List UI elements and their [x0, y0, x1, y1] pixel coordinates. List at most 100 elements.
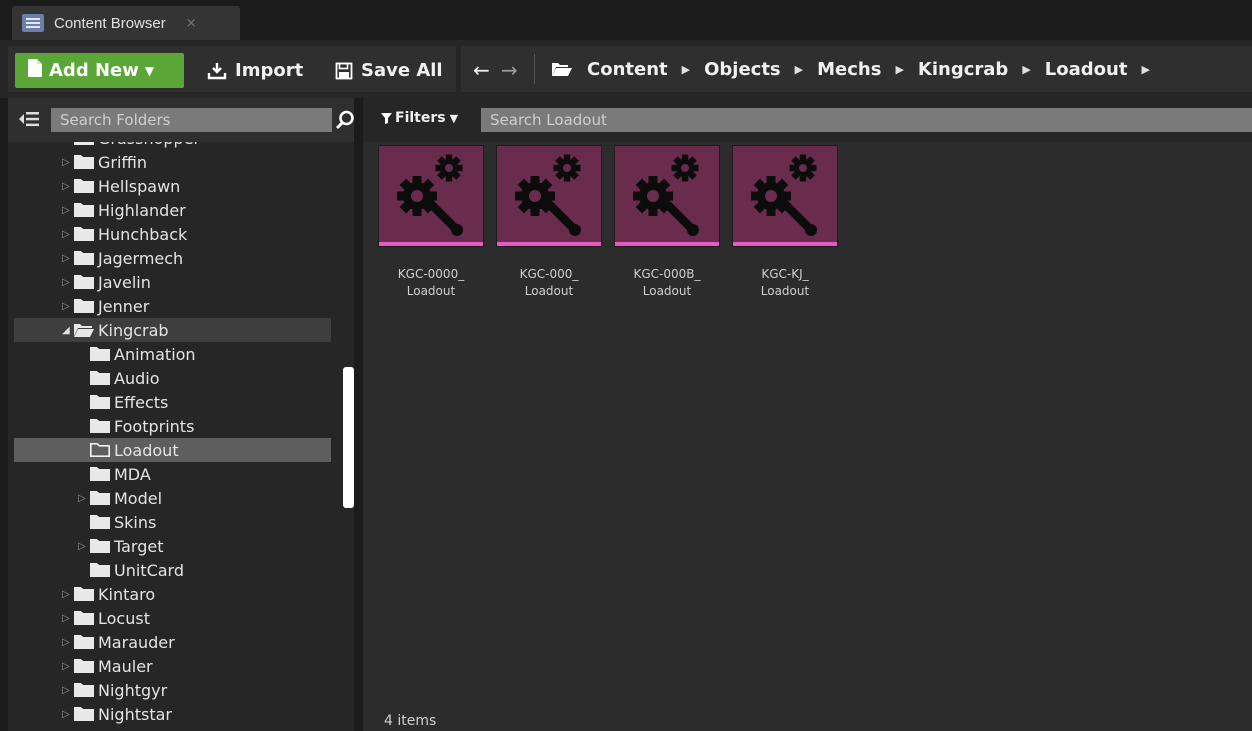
- breadcrumb-loadout[interactable]: Loadout: [1045, 59, 1128, 80]
- tree-item-label: Loadout: [114, 440, 179, 460]
- asset-name-line2: Loadout: [642, 284, 692, 298]
- expand-arrow-icon[interactable]: ▷: [62, 205, 72, 216]
- expand-arrow-icon[interactable]: ▷: [62, 229, 72, 240]
- asset-search-input[interactable]: [481, 108, 1252, 132]
- expand-arrow-icon[interactable]: ▷: [62, 253, 72, 264]
- expand-arrow-icon[interactable]: ▷: [62, 709, 72, 720]
- folder-icon: [90, 491, 110, 505]
- chevron-right-icon[interactable]: ▶: [1141, 63, 1149, 76]
- chevron-right-icon[interactable]: ▶: [1022, 63, 1030, 76]
- asset-tile[interactable]: KGC-000_ Loadout: [497, 146, 601, 300]
- chevron-right-icon[interactable]: ▶: [895, 63, 903, 76]
- asset-type-stripe: [733, 242, 837, 246]
- tree-item-label: Model: [114, 488, 163, 508]
- expand-arrow-icon[interactable]: ▷: [62, 613, 72, 624]
- asset-tile[interactable]: KGC-0000_ Loadout: [379, 146, 483, 300]
- expand-arrow-icon[interactable]: ▷: [62, 181, 72, 192]
- asset-type-stripe: [615, 242, 719, 246]
- tree-item-skins[interactable]: Skins: [14, 510, 331, 534]
- folder-icon: [74, 251, 94, 265]
- tree-item-label: MDA: [114, 464, 151, 484]
- folder-icon: [74, 142, 94, 145]
- tree-item-animation[interactable]: Animation: [14, 342, 331, 366]
- folder-icon: [74, 203, 94, 217]
- folder-icon: [74, 227, 94, 241]
- import-button[interactable]: Import: [207, 53, 303, 88]
- expand-arrow-icon[interactable]: ▷: [62, 142, 72, 144]
- panel-splitter[interactable]: [354, 98, 363, 731]
- asset-thumbnail: [497, 146, 601, 246]
- folder-icon: [90, 563, 110, 577]
- asset-tile[interactable]: KGC-000B_ Loadout: [615, 146, 719, 300]
- folder-search-input[interactable]: [51, 108, 332, 132]
- expand-arrow-icon[interactable]: ▷: [62, 685, 72, 696]
- asset-tile[interactable]: KGC-KJ_ Loadout: [733, 146, 837, 300]
- tree-item-kintaro[interactable]: ▷ Kintaro: [14, 582, 331, 606]
- tree-item-audio[interactable]: Audio: [14, 366, 331, 390]
- tree-item-grasshopper[interactable]: ▷ Grasshopper: [14, 142, 331, 150]
- asset-name: KGC-KJ_ Loadout: [733, 266, 837, 300]
- expand-arrow-icon[interactable]: ▷: [78, 541, 88, 552]
- tree-item-loadout[interactable]: Loadout: [14, 438, 331, 462]
- tree-item-label: UnitCard: [114, 560, 184, 580]
- filters-label: Filters: [395, 110, 446, 126]
- breadcrumb-kingcrab[interactable]: Kingcrab: [918, 59, 1008, 80]
- tree-item-locust[interactable]: ▷ Locust: [14, 606, 331, 630]
- asset-thumbnail: [379, 146, 483, 246]
- tree-item-nightgyr[interactable]: ▷ Nightgyr: [14, 678, 331, 702]
- add-new-button[interactable]: Add New ▼: [15, 53, 184, 88]
- tree-item-kingcrab[interactable]: ◢ Kingcrab: [14, 318, 331, 342]
- save-all-button[interactable]: Save All: [335, 53, 443, 88]
- filters-button[interactable]: Filters ▼: [381, 110, 458, 126]
- search-icon[interactable]: [335, 110, 355, 134]
- expand-arrow-icon[interactable]: ▷: [62, 301, 72, 312]
- tree-item-mauler[interactable]: ▷ Mauler: [14, 654, 331, 678]
- tree-item-effects[interactable]: Effects: [14, 390, 331, 414]
- folder-icon: [74, 587, 94, 601]
- folder-open-icon[interactable]: [551, 61, 573, 77]
- expand-arrow-icon[interactable]: ▷: [62, 277, 72, 288]
- path-bar: ← → Content ▶ Objects ▶ Mechs ▶ Kingcrab…: [461, 46, 1252, 92]
- tab-content-browser[interactable]: Content Browser ×: [12, 6, 240, 40]
- tree-item-target[interactable]: ▷ Target: [14, 534, 331, 558]
- folder-search-row: [8, 98, 354, 142]
- expand-arrow-icon[interactable]: ▷: [62, 589, 72, 600]
- tree-item-label: Locust: [98, 608, 150, 628]
- asset-name-line2: Loadout: [524, 284, 574, 298]
- tree-item-label: Kingcrab: [98, 320, 169, 340]
- tree-item-jenner[interactable]: ▷ Jenner: [14, 294, 331, 318]
- tree-item-unitcard[interactable]: UnitCard: [14, 558, 331, 582]
- back-arrow-icon[interactable]: ←: [473, 58, 490, 82]
- tree-item-mda[interactable]: MDA: [14, 462, 331, 486]
- expanded-arrow-icon[interactable]: ◢: [62, 325, 72, 336]
- expand-arrow-icon[interactable]: ▷: [62, 661, 72, 672]
- tree-item-javelin[interactable]: ▷ Javelin: [14, 270, 331, 294]
- scrollbar-thumb[interactable]: [343, 367, 354, 508]
- tree-item-footprints[interactable]: Footprints: [14, 414, 331, 438]
- tree-item-jagermech[interactable]: ▷ Jagermech: [14, 246, 331, 270]
- expand-arrow-icon[interactable]: ▷: [62, 637, 72, 648]
- folder-icon: [74, 611, 94, 625]
- chevron-right-icon[interactable]: ▶: [795, 63, 803, 76]
- tree-toggle-icon[interactable]: [18, 110, 40, 132]
- tree-item-model[interactable]: ▷ Model: [14, 486, 331, 510]
- breadcrumb-objects[interactable]: Objects: [704, 59, 781, 80]
- tree-item-marauder[interactable]: ▷ Marauder: [14, 630, 331, 654]
- tree-item-hunchback[interactable]: ▷ Hunchback: [14, 222, 331, 246]
- chevron-right-icon[interactable]: ▶: [682, 63, 690, 76]
- expand-arrow-icon[interactable]: ▷: [62, 157, 72, 168]
- tree-item-label: Griffin: [98, 152, 148, 172]
- gear-wrench-icon: [751, 154, 817, 236]
- folder-scrollbar[interactable]: [343, 142, 354, 731]
- breadcrumb-mechs[interactable]: Mechs: [817, 59, 881, 80]
- tree-item-griffin[interactable]: ▷ Griffin: [14, 150, 331, 174]
- tree-item-hellspawn[interactable]: ▷ Hellspawn: [14, 174, 331, 198]
- close-icon[interactable]: ×: [186, 16, 197, 31]
- expand-arrow-icon[interactable]: ▷: [78, 493, 88, 504]
- forward-arrow-icon[interactable]: →: [501, 58, 518, 82]
- tree-item-highlander[interactable]: ▷ Highlander: [14, 198, 331, 222]
- breadcrumb-content[interactable]: Content: [587, 59, 668, 80]
- tree-item-nightstar[interactable]: ▷ Nightstar: [14, 702, 331, 726]
- save-all-label: Save All: [361, 60, 443, 81]
- tab-label: Content Browser: [54, 14, 166, 32]
